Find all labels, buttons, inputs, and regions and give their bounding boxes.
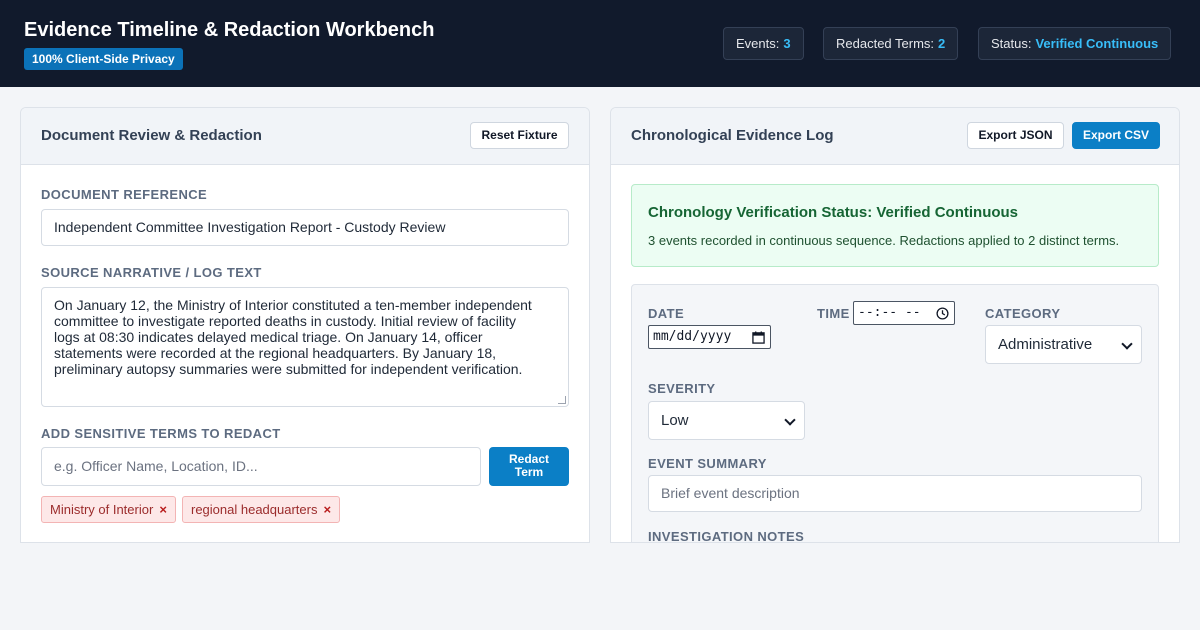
narrative-line: On January 12, the Ministry of Interior …	[54, 297, 532, 313]
sensitive-term-input[interactable]: e.g. Officer Name, Location, ID...	[41, 447, 481, 486]
document-reference-label: DOCUMENT REFERENCE	[41, 187, 208, 202]
narrative-line: logs at 08:30 indicates delayed medical …	[54, 329, 483, 345]
export-csv-button[interactable]: Export CSV	[1072, 122, 1160, 149]
investigation-notes-label: INVESTIGATION NOTES	[648, 529, 805, 543]
chevron-down-icon	[1121, 338, 1133, 350]
verification-status-description: 3 events recorded in continuous sequence…	[648, 233, 1120, 248]
privacy-badge: 100% Client-Side Privacy	[24, 48, 183, 70]
event-summary-label: EVENT SUMMARY	[648, 456, 767, 471]
calendar-icon[interactable]	[752, 331, 765, 344]
chevron-down-icon	[784, 414, 796, 426]
document-review-title: Document Review & Redaction	[41, 127, 262, 144]
remove-term-icon[interactable]: ×	[323, 502, 331, 517]
export-json-button[interactable]: Export JSON	[967, 122, 1064, 149]
reset-fixture-button[interactable]: Reset Fixture	[470, 122, 569, 149]
document-review-panel-header: Document Review & Redaction Reset Fixtur…	[21, 108, 589, 165]
source-narrative-textarea[interactable]: On January 12, the Ministry of Interior …	[41, 287, 569, 407]
sensitive-terms-label: ADD SENSITIVE TERMS TO REDACT	[41, 426, 281, 441]
redacted-terms-stat: Redacted Terms: 2	[823, 27, 959, 60]
redacted-term-tag: Ministry of Interior ×	[41, 496, 176, 523]
remove-term-icon[interactable]: ×	[159, 502, 167, 517]
status-stat-value: Verified Continuous	[1035, 36, 1159, 51]
date-input-value: mm/dd/yyyy	[653, 329, 732, 344]
narrative-line: preliminary autopsy summaries were submi…	[54, 361, 523, 377]
redact-term-button-line2: Term	[514, 465, 544, 479]
evidence-log-panel-header: Chronological Evidence Log Export JSON E…	[611, 108, 1179, 165]
event-entry-form: DATE mm/dd/yyyy TIME --:-- -- CATEGORY A…	[631, 284, 1159, 543]
document-review-panel: Document Review & Redaction Reset Fixtur…	[20, 107, 590, 543]
category-select-value: Administrative	[998, 336, 1093, 353]
events-stat-label: Events:	[736, 36, 780, 51]
severity-label: SEVERITY	[648, 381, 716, 396]
status-stat: Status: Verified Continuous	[978, 27, 1172, 60]
evidence-log-title: Chronological Evidence Log	[631, 127, 834, 144]
app-header: Evidence Timeline & Redaction Workbench …	[0, 0, 1200, 87]
resize-grip-icon[interactable]	[558, 396, 566, 404]
time-input[interactable]: --:-- --	[853, 301, 955, 325]
time-label: TIME	[817, 306, 850, 321]
time-input-value: --:-- --	[858, 305, 921, 320]
app-title: Evidence Timeline & Redaction Workbench	[24, 19, 435, 41]
redact-term-button[interactable]: Redact Term	[489, 447, 569, 486]
evidence-log-panel: Chronological Evidence Log Export JSON E…	[610, 107, 1180, 543]
status-stat-label: Status:	[991, 36, 1032, 51]
document-reference-input[interactable]: Independent Committee Investigation Repo…	[41, 209, 569, 246]
category-select[interactable]: Administrative	[985, 325, 1142, 364]
redacted-terms-stat-value: 2	[938, 36, 946, 51]
redacted-term-tag: regional headquarters ×	[182, 496, 341, 523]
verification-status-box: Chronology Verification Status: Verified…	[631, 184, 1159, 267]
source-narrative-label: SOURCE NARRATIVE / LOG TEXT	[41, 265, 262, 280]
event-summary-input[interactable]: Brief event description	[648, 475, 1142, 512]
narrative-line: committee to investigate reported deaths…	[54, 313, 516, 329]
redacted-term-text: regional headquarters	[191, 502, 318, 517]
date-input[interactable]: mm/dd/yyyy	[648, 325, 771, 349]
clock-icon[interactable]	[936, 307, 949, 320]
severity-select[interactable]: Low	[648, 401, 805, 440]
redacted-term-text: Ministry of Interior	[50, 502, 154, 517]
events-stat: Events: 3	[723, 27, 804, 60]
redacted-terms-stat-label: Redacted Terms:	[836, 36, 935, 51]
category-label: CATEGORY	[985, 306, 1061, 321]
verification-status-title: Chronology Verification Status: Verified…	[648, 204, 1019, 221]
date-label: DATE	[648, 306, 685, 321]
narrative-line: statements were recorded at the regional…	[54, 345, 497, 361]
severity-select-value: Low	[661, 412, 689, 429]
events-stat-value: 3	[783, 36, 791, 51]
